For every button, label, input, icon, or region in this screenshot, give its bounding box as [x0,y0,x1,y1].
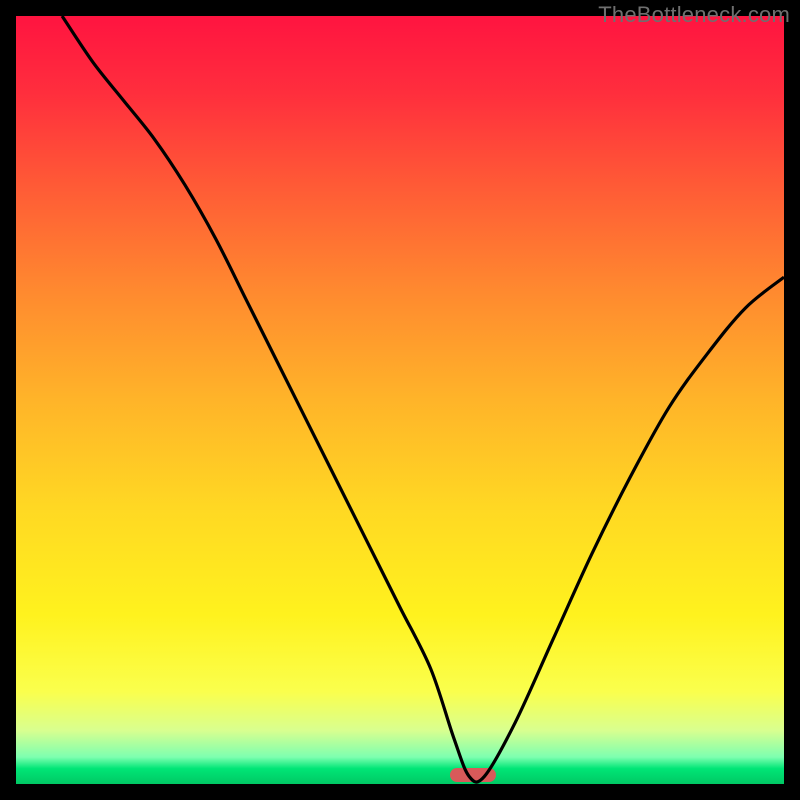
watermark-text: TheBottleneck.com [598,2,790,28]
plot-area [16,16,784,784]
curve-path [62,16,784,782]
bottleneck-curve [16,16,784,784]
chart-frame: TheBottleneck.com [0,0,800,800]
bottleneck-marker [450,768,496,782]
